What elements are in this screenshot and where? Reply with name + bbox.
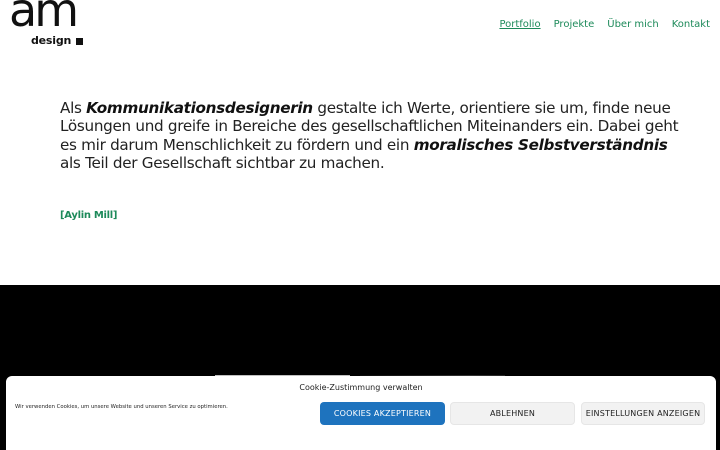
accept-cookies-button[interactable]: COOKIES AKZEPTIEREN: [320, 402, 445, 425]
nav-item-ueber-mich[interactable]: Über mich: [607, 19, 658, 30]
nav-item-kontakt[interactable]: Kontakt: [672, 19, 710, 30]
logo-square-icon: [76, 38, 83, 45]
intro-text-1: Als: [60, 99, 87, 117]
nav-item-projekte[interactable]: Projekte: [554, 19, 595, 30]
author-signature: [Aylin Mill]: [60, 210, 118, 221]
cookie-banner: Cookie-Zustimmung verwalten Wir verwende…: [6, 376, 716, 450]
deny-cookies-button[interactable]: ABLEHNEN: [450, 402, 575, 425]
logo-mark: am: [9, 0, 79, 37]
main-nav: Portfolio Projekte Über mich Kontakt: [499, 19, 710, 30]
intro-text-3: als Teil der Gesellschaft sichtbar zu ma…: [60, 153, 385, 172]
site-logo[interactable]: am design: [9, 0, 83, 47]
cookie-settings-button[interactable]: EINSTELLUNGEN ANZEIGEN: [581, 402, 705, 425]
intro-emphasis-2: moralisches Selbstverständnis: [413, 135, 668, 154]
logo-subtitle: design: [31, 34, 72, 47]
cookie-text: Wir verwenden Cookies, um unsere Website…: [15, 404, 228, 410]
cookie-title: Cookie-Zustimmung verwalten: [299, 383, 423, 392]
nav-item-portfolio[interactable]: Portfolio: [499, 19, 540, 30]
intro-emphasis-1: Kommunikationsdesignerin: [86, 99, 313, 117]
intro-paragraph: Als Kommunikationsdesignerin gestalte ic…: [60, 99, 680, 172]
